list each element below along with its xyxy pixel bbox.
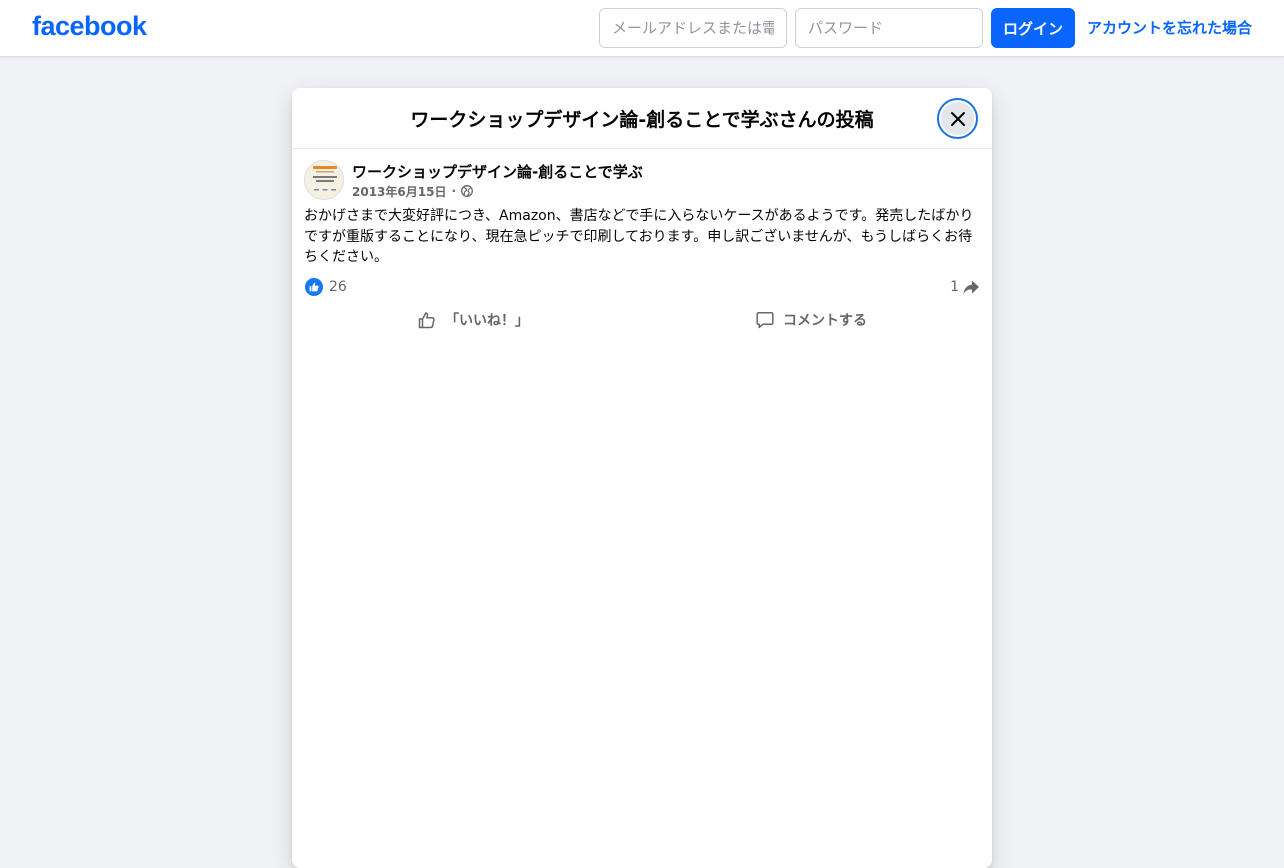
like-button[interactable]: 「いいね！」 xyxy=(304,304,642,336)
post-date[interactable]: 2013年6月15日 xyxy=(352,183,446,200)
post-meta: 2013年6月15日 · xyxy=(352,182,473,200)
thumbs-up-icon xyxy=(418,312,435,329)
dialog-header: ワークショップデザイン論-創ることで学ぶさんの投稿 xyxy=(292,88,992,149)
avatar[interactable] xyxy=(304,160,344,200)
reaction-summary[interactable]: 26 xyxy=(305,277,347,297)
email-field[interactable] xyxy=(599,8,787,48)
login-button[interactable]: ログイン xyxy=(991,8,1075,48)
comment-button-label: コメントする xyxy=(783,313,867,329)
share-count: 1 xyxy=(950,279,959,295)
like-button-label: 「いいね！」 xyxy=(445,313,529,329)
like-reaction-icon xyxy=(305,278,323,296)
top-navigation-bar: facebook ログイン アカウントを忘れた場合 xyxy=(0,0,1284,57)
post-author[interactable]: ワークショップデザイン論-創ることで学ぶ xyxy=(352,161,643,182)
workshop-design-logo xyxy=(305,161,343,199)
comment-button[interactable]: コメントする xyxy=(642,304,980,336)
post-text: おかげさまで大変好評につき、Amazon、書店などで手に入らないケースがあるよう… xyxy=(304,208,974,265)
post-action-bar: 「いいね！」 コメントする xyxy=(304,304,980,336)
globe-icon xyxy=(461,185,473,197)
close-button[interactable] xyxy=(937,98,978,139)
dialog-title: ワークショップデザイン論-創ることで学ぶさんの投稿 xyxy=(410,109,874,131)
comment-icon xyxy=(756,312,774,329)
post-dialog: ワークショップデザイン論-創ることで学ぶさんの投稿 ワークショップデザイン論-創… xyxy=(292,88,992,868)
share-summary[interactable]: 1 xyxy=(950,277,980,297)
close-icon xyxy=(950,111,965,126)
share-icon xyxy=(963,280,979,294)
password-field[interactable] xyxy=(795,8,983,48)
meta-separator: · xyxy=(451,184,457,198)
forgot-account-link[interactable]: アカウントを忘れた場合 xyxy=(1087,17,1252,38)
facebook-logo[interactable]: facebook xyxy=(32,11,147,42)
like-count: 26 xyxy=(329,279,347,295)
